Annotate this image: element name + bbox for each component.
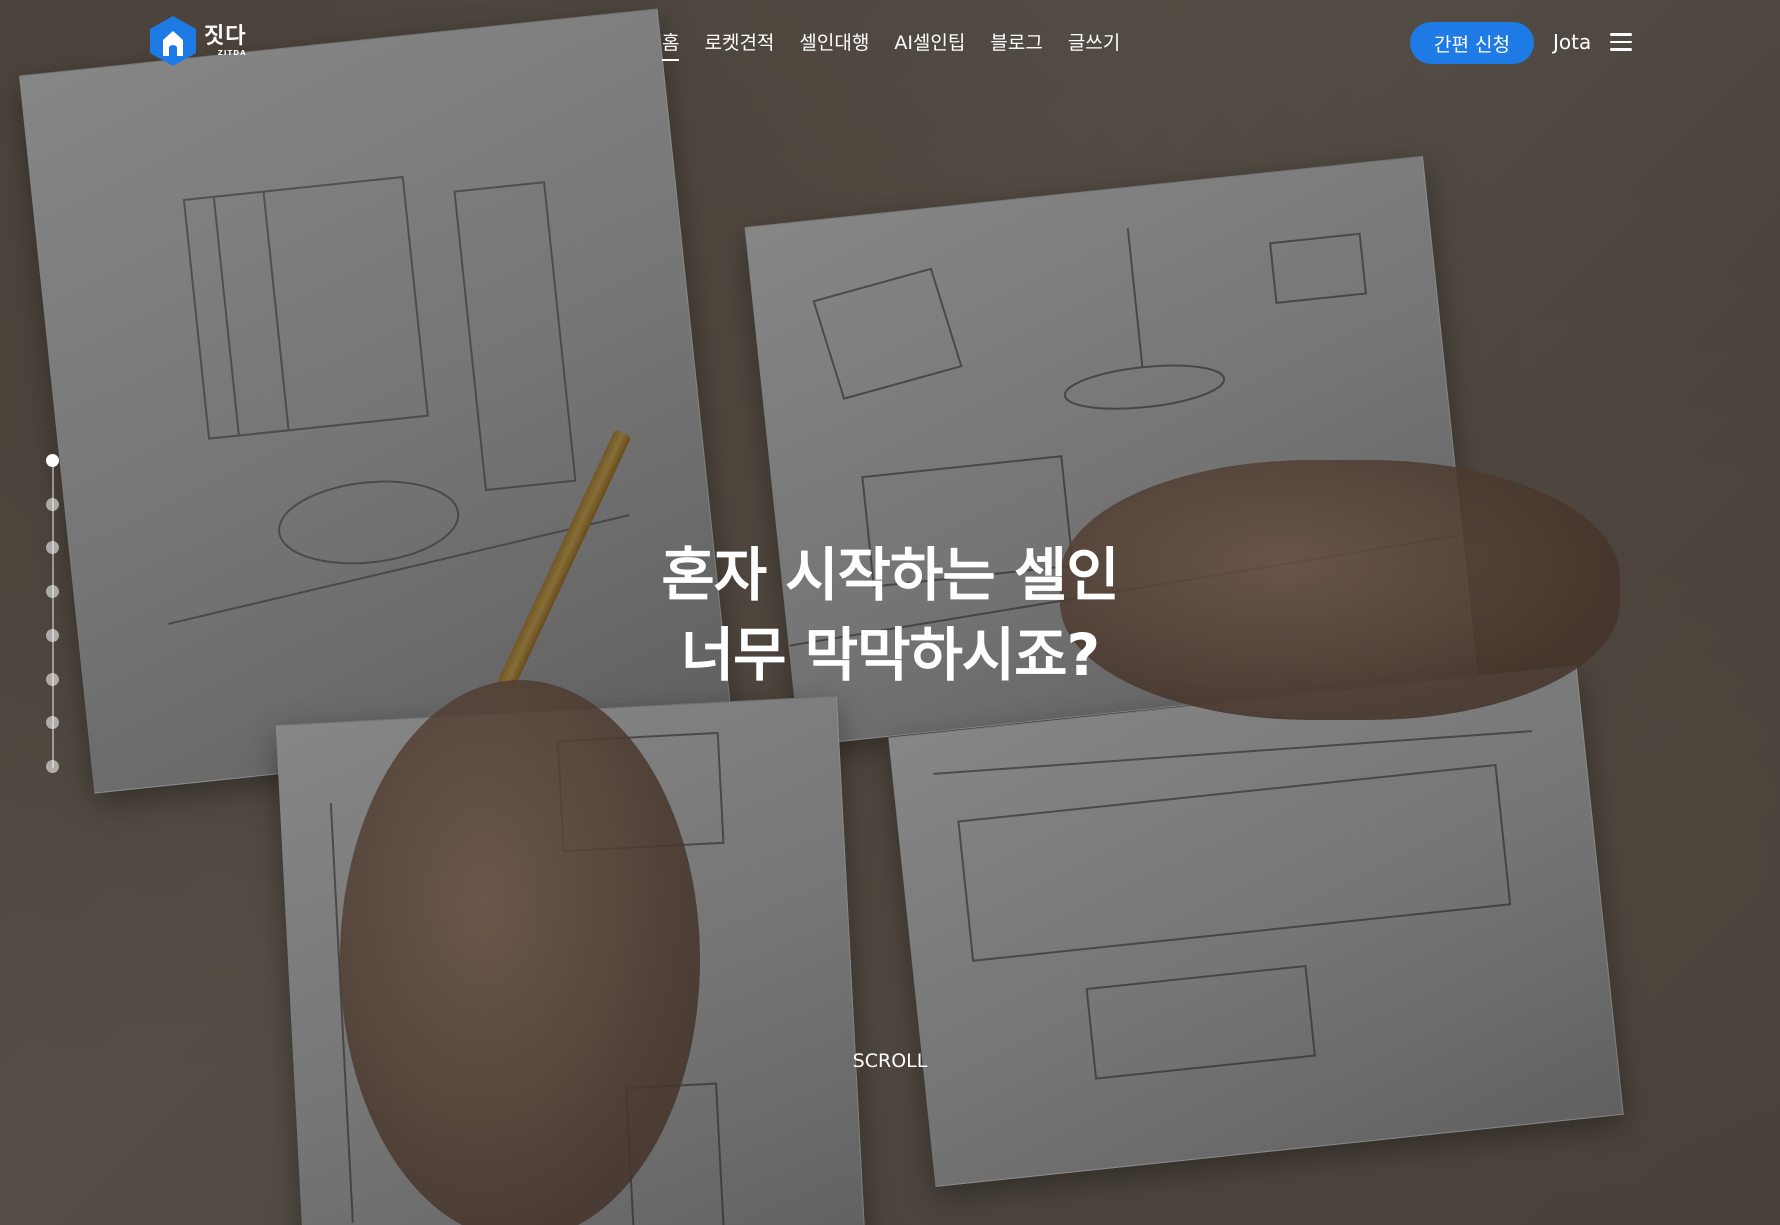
- slide-dot[interactable]: [46, 716, 59, 730]
- hero-page: 짓다 ZITDA 홈 로켓견적 셀인대행 AI셀인팁 블로그 글쓰기 간편 신청…: [0, 0, 1780, 1225]
- nav-item-blog[interactable]: 블로그: [990, 28, 1042, 61]
- nav-item-write[interactable]: 글쓰기: [1068, 28, 1120, 61]
- quick-apply-button[interactable]: 간편 신청: [1410, 22, 1534, 64]
- logo[interactable]: 짓다 ZITDA: [150, 16, 246, 66]
- logo-name-ko: 짓다: [204, 23, 247, 49]
- site-header: 짓다 ZITDA 홈 로켓견적 셀인대행 AI셀인팁 블로그 글쓰기 간편 신청…: [0, 0, 1780, 86]
- hero-line-2: 너무 막막하시죠?: [680, 621, 1100, 689]
- hamburger-menu-icon[interactable]: [1610, 33, 1632, 51]
- user-name[interactable]: Jota: [1553, 30, 1591, 54]
- main-nav: 홈 로켓견적 셀인대행 AI셀인팁 블로그 글쓰기: [662, 28, 1120, 61]
- slide-dot[interactable]: [46, 497, 59, 511]
- scroll-hint[interactable]: SCROLL: [0, 1050, 1780, 1072]
- slide-dot[interactable]: [46, 760, 59, 773]
- house-logo-icon: [150, 16, 196, 66]
- logo-text: 짓다 ZITDA: [204, 23, 247, 57]
- nav-item-sellin-service[interactable]: 셀인대행: [799, 28, 869, 61]
- hero-line-1: 혼자 시작하는 셀인: [661, 541, 1119, 609]
- logo-name-en: ZITDA: [217, 48, 247, 57]
- hero-heading: 혼자 시작하는 셀인 너무 막막하시죠?: [0, 535, 1780, 695]
- nav-item-rocket-estimate[interactable]: 로켓견적: [704, 28, 774, 61]
- nav-item-ai-tips[interactable]: AI셀인팁: [894, 28, 965, 61]
- slide-dot[interactable]: [46, 454, 59, 467]
- nav-item-home[interactable]: 홈: [662, 28, 680, 61]
